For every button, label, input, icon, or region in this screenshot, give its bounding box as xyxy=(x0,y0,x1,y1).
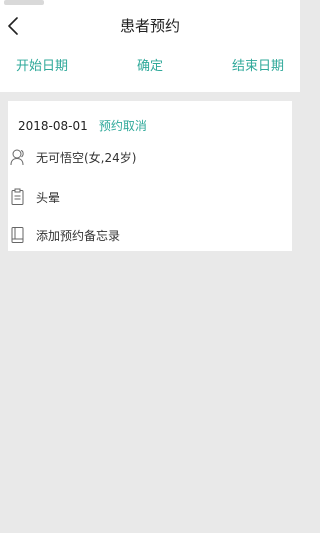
cancel-appointment-link[interactable]: 预约取消 xyxy=(99,119,147,133)
symptom-text: 头晕 xyxy=(36,190,61,205)
memo-book-icon xyxy=(10,226,26,244)
start-date-button[interactable]: 开始日期 xyxy=(16,44,68,92)
patient-icon xyxy=(10,148,26,166)
appointment-date: 2018-08-01 xyxy=(18,119,88,133)
add-memo-label: 添加预约备忘录 xyxy=(36,228,121,243)
clipboard-icon xyxy=(10,188,26,206)
page-title: 患者预约 xyxy=(119,17,180,35)
confirm-button[interactable]: 确定 xyxy=(137,44,163,92)
status-indicator xyxy=(4,0,44,5)
date-filter-bar: 开始日期 确定 结束日期 xyxy=(0,44,300,92)
patient-info: 无可悟空(女,24岁) xyxy=(36,150,137,165)
end-date-button[interactable]: 结束日期 xyxy=(232,44,284,92)
appointment-header: 2018-08-01 预约取消 xyxy=(18,117,147,133)
status-bar xyxy=(0,0,300,8)
add-memo-row[interactable]: 添加预约备忘录 xyxy=(10,224,120,246)
symptom-row: 头晕 xyxy=(10,186,60,208)
nav-bar: 患者预约 xyxy=(0,8,300,44)
patient-row: 无可悟空(女,24岁) xyxy=(10,146,136,168)
